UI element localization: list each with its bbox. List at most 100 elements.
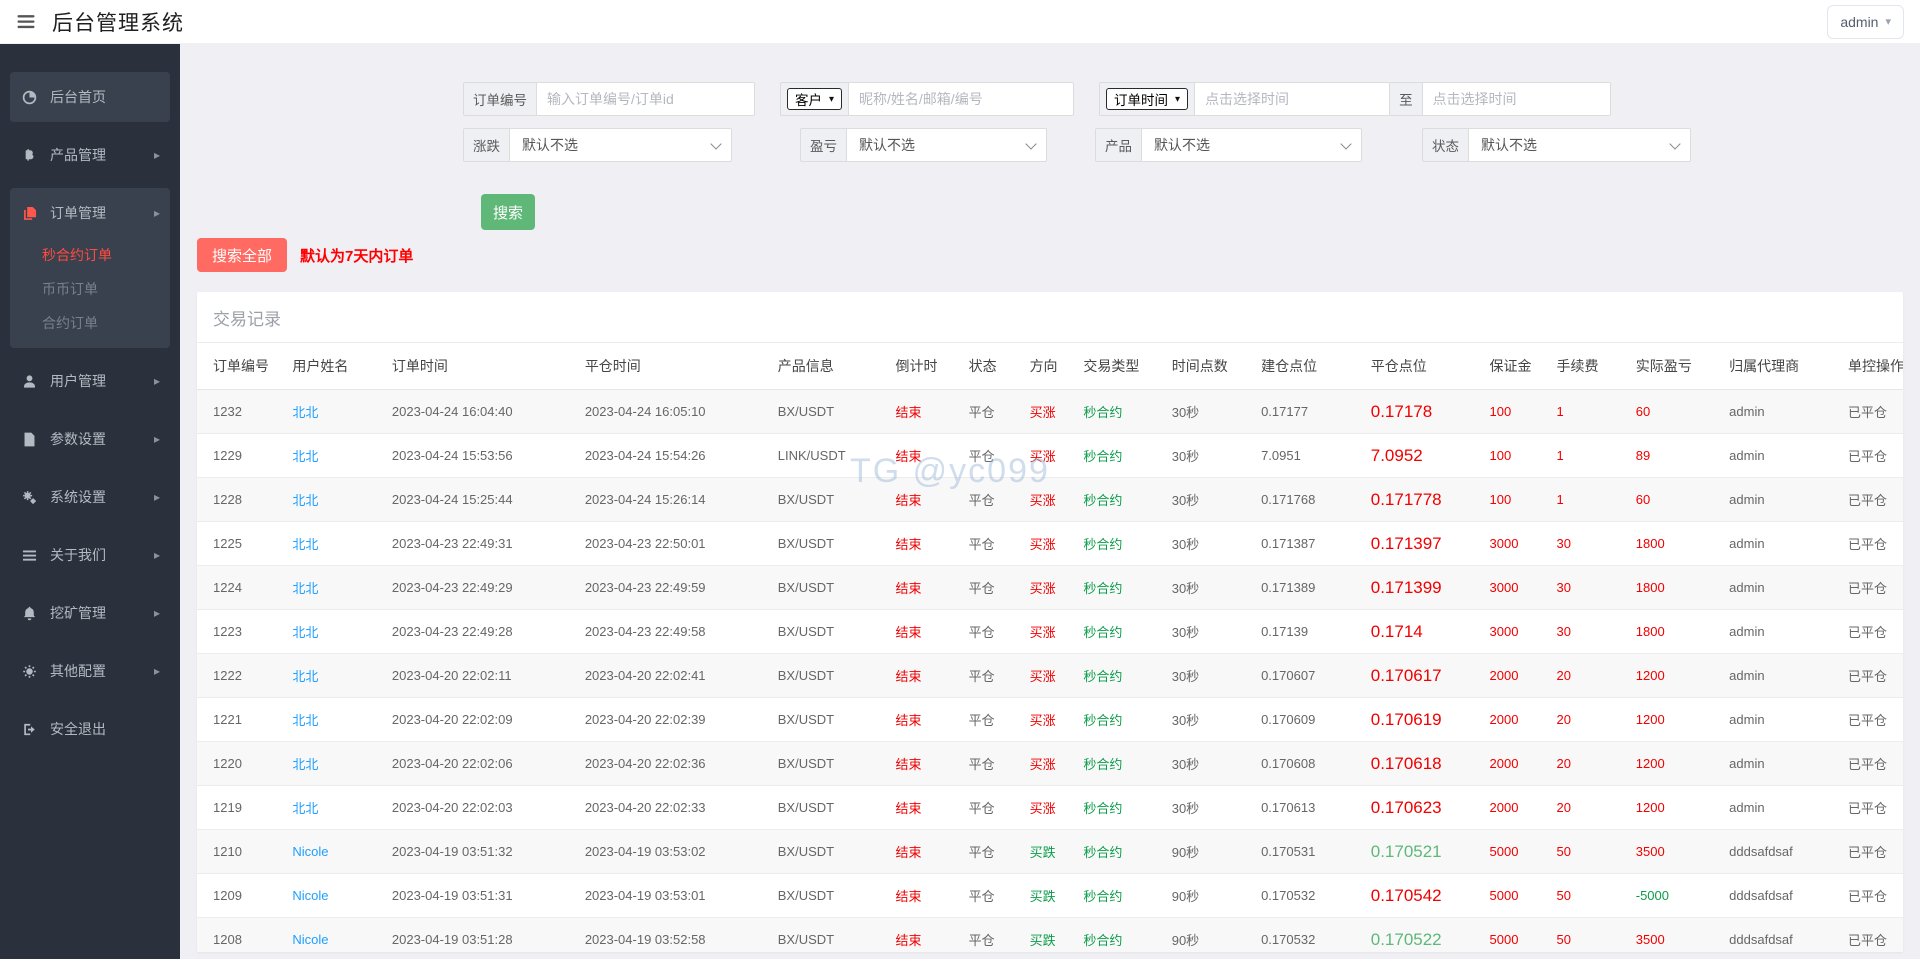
- sidebar-item-seconds-contract-orders[interactable]: 秒合约订单: [10, 238, 170, 272]
- cell-order-id: 1220: [213, 756, 242, 771]
- cell-user-name-link[interactable]: 北北: [292, 405, 318, 420]
- column-header-16: 单控操作: [1842, 343, 1903, 390]
- cell-product-info: BX/USDT: [778, 756, 834, 771]
- cell-user-name-link[interactable]: 北北: [292, 581, 318, 596]
- sidebar-item-other[interactable]: 其他配置▸: [10, 646, 170, 696]
- cell-order-time: 2023-04-23 22:49:31: [392, 536, 513, 551]
- cell-state: 平仓: [969, 757, 995, 772]
- column-header-9: 时间点数: [1166, 343, 1255, 390]
- cell-pnl: 60: [1636, 404, 1650, 419]
- updown-select[interactable]: 默认不选: [510, 128, 732, 162]
- chevron-down-icon: [1669, 138, 1680, 149]
- table-row: 1220北北2023-04-20 22:02:062023-04-20 22:0…: [197, 742, 1903, 786]
- cell-user-name-link[interactable]: 北北: [292, 757, 318, 772]
- sidebar-item-about[interactable]: 关于我们▸: [10, 530, 170, 580]
- trade-records-card: 交易记录 订单编号用户姓名订单时间平仓时间产品信息倒计时状态方向交易类型时间点数…: [197, 292, 1903, 952]
- column-header-3: 平仓时间: [579, 343, 772, 390]
- cell-open-point: 0.171389: [1261, 580, 1315, 595]
- cell-user-name-link[interactable]: Nicole: [292, 888, 328, 903]
- dashboard-icon: [22, 90, 39, 105]
- cell-close-point: 0.171397: [1371, 534, 1442, 553]
- cell-countdown: 结束: [896, 845, 922, 860]
- cell-close-point: 0.170542: [1371, 886, 1442, 905]
- search-button[interactable]: 搜索: [481, 194, 535, 230]
- cell-countdown: 结束: [896, 625, 922, 640]
- sidebar-subitem-label: 秒合约订单: [42, 245, 112, 265]
- cell-fee: 30: [1557, 536, 1571, 551]
- time-from-input[interactable]: [1195, 82, 1390, 116]
- table-row: 1224北北2023-04-23 22:49:292023-04-23 22:4…: [197, 566, 1903, 610]
- sidebar-item-system[interactable]: 系统设置▸: [10, 472, 170, 522]
- sidebar-item-users[interactable]: 用户管理▸: [10, 356, 170, 406]
- sidebar-slot: 产品管理▸: [0, 126, 180, 184]
- cell-user-name-link[interactable]: 北北: [292, 669, 318, 684]
- sidebar-item-coin-orders[interactable]: 币币订单: [10, 272, 170, 306]
- cell-time-points: 30秒: [1172, 537, 1199, 552]
- cell-margin: 100: [1490, 492, 1512, 507]
- sidebar-item-mining[interactable]: 挖矿管理▸: [10, 588, 170, 638]
- cell-user-name-link[interactable]: 北北: [292, 713, 318, 728]
- cell-order-id: 1219: [213, 800, 242, 815]
- chevron-down-icon: [710, 138, 721, 149]
- cell-close-point: 0.170521: [1371, 842, 1442, 861]
- product-select[interactable]: 默认不选: [1142, 128, 1362, 162]
- customer-filter: 客户 ▾: [780, 82, 1074, 116]
- cell-user-name-link[interactable]: 北北: [292, 625, 318, 640]
- cell-order-id: 1224: [213, 580, 242, 595]
- filter-form: 订单编号 客户 ▾ 订单时间 ▾: [463, 82, 1903, 230]
- cell-row-action: 已平仓: [1848, 757, 1887, 772]
- menu-icon[interactable]: [16, 13, 38, 31]
- sidebar-item-params[interactable]: 参数设置▸: [10, 414, 170, 464]
- column-header-15: 归属代理商: [1723, 343, 1842, 390]
- cell-row-action: 已平仓: [1848, 669, 1887, 684]
- cell-agent: admin: [1729, 624, 1764, 639]
- cell-state: 平仓: [969, 581, 995, 596]
- bell-icon: [22, 606, 39, 621]
- column-header-0: 订单编号: [197, 343, 286, 390]
- cell-close-time: 2023-04-20 22:02:33: [585, 800, 706, 815]
- column-header-1: 用户姓名: [286, 343, 386, 390]
- cell-close-time: 2023-04-19 03:53:01: [585, 888, 706, 903]
- cell-open-point: 0.171768: [1261, 492, 1315, 507]
- cell-order-time: 2023-04-19 03:51:28: [392, 932, 513, 947]
- cell-user-name-link[interactable]: Nicole: [292, 932, 328, 947]
- cell-margin: 3000: [1490, 580, 1519, 595]
- cell-open-point: 0.170531: [1261, 844, 1315, 859]
- time-to-input[interactable]: [1423, 82, 1611, 116]
- cell-open-point: 7.0951: [1261, 448, 1301, 463]
- customer-type-select[interactable]: 客户 ▾: [787, 88, 842, 110]
- cell-state: 平仓: [969, 933, 995, 948]
- sidebar-item-orders[interactable]: 订单管理▸: [10, 188, 170, 238]
- cell-close-point: 0.171778: [1371, 490, 1442, 509]
- cell-user-name-link[interactable]: 北北: [292, 493, 318, 508]
- sidebar-item-products[interactable]: 产品管理▸: [10, 130, 170, 180]
- cell-order-time: 2023-04-20 22:02:06: [392, 756, 513, 771]
- customer-input[interactable]: [849, 82, 1074, 116]
- chevron-down-icon: [1340, 138, 1351, 149]
- user-menu-button[interactable]: admin ▾: [1827, 5, 1904, 39]
- column-header-2: 订单时间: [386, 343, 579, 390]
- cell-user-name-link[interactable]: 北北: [292, 537, 318, 552]
- search-all-button[interactable]: 搜索全部: [197, 238, 287, 272]
- cell-time-points: 90秒: [1172, 889, 1199, 904]
- order-no-input[interactable]: [537, 82, 755, 116]
- cell-order-time: 2023-04-24 15:25:44: [392, 492, 513, 507]
- cell-order-id: 1209: [213, 888, 242, 903]
- cell-product-info: BX/USDT: [778, 888, 834, 903]
- cell-user-name-link[interactable]: Nicole: [292, 844, 328, 859]
- cell-row-action: 已平仓: [1848, 845, 1887, 860]
- cell-product-info: BX/USDT: [778, 932, 834, 947]
- status-select[interactable]: 默认不选: [1469, 128, 1691, 162]
- cell-margin: 2000: [1490, 756, 1519, 771]
- cell-order-time: 2023-04-23 22:49:28: [392, 624, 513, 639]
- pnl-select[interactable]: 默认不选: [847, 128, 1047, 162]
- sidebar-item-logout[interactable]: 安全退出: [10, 704, 170, 754]
- cell-pnl: 1200: [1636, 800, 1665, 815]
- time-type-select[interactable]: 订单时间 ▾: [1106, 88, 1188, 110]
- sidebar-item-home[interactable]: 后台首页: [10, 72, 170, 122]
- cell-user-name-link[interactable]: 北北: [292, 801, 318, 816]
- sidebar-item-contract-orders[interactable]: 合约订单: [10, 306, 170, 340]
- card-title: 交易记录: [197, 292, 1903, 343]
- sidebar-item-label: 产品管理: [50, 145, 106, 165]
- cell-user-name-link[interactable]: 北北: [292, 449, 318, 464]
